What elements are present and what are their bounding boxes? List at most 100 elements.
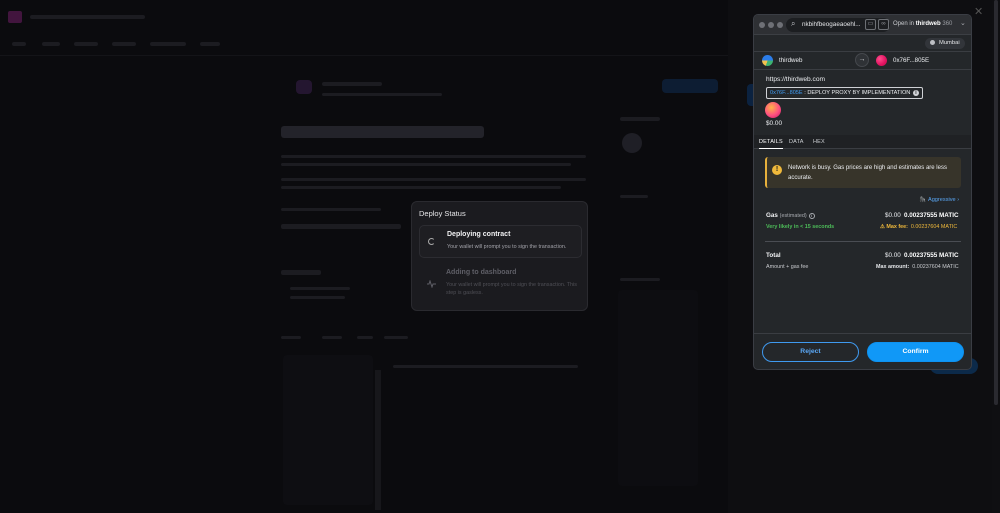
network-badge[interactable]: Mumbai <box>925 38 965 49</box>
max-amount-label: Max amount: <box>876 264 910 270</box>
open-in-brand: thirdweb <box>915 21 941 27</box>
info-icon[interactable]: i <box>808 213 815 219</box>
reject-button[interactable]: Reject <box>762 342 859 362</box>
gas-speed-selector[interactable]: 🦍 Aggressive › <box>919 197 959 203</box>
to-account[interactable]: 0x76F...805E <box>872 52 971 69</box>
open-in-prefix: Open in <box>893 21 915 27</box>
tab-data[interactable]: DATA <box>789 135 804 149</box>
total-subtitle: Amount + gas fee <box>766 264 809 270</box>
gas-label-text: Gas <box>766 212 778 219</box>
max-fee-value: 0.00237604 MATIC <box>910 224 958 230</box>
background-tab <box>322 336 342 339</box>
background-nav-item <box>150 42 186 46</box>
background-nav-item <box>200 42 220 46</box>
open-in-suffix: 360 <box>942 21 953 27</box>
deploy-status-modal: Deploy Status Deploying contract Your wa… <box>411 201 588 311</box>
background-code-scrollbar <box>375 370 381 510</box>
request-origin: https://thirdweb.com <box>766 76 826 83</box>
max-fee: ⚠ Max fee: 0.00237604 MATIC <box>880 224 957 230</box>
details-tabs: DETAILS DATA HEX <box>754 135 971 149</box>
background-page-heading <box>281 126 484 138</box>
warning-icon: ! <box>772 165 782 175</box>
window-close-dot[interactable] <box>759 22 765 28</box>
background-code-line <box>393 365 578 368</box>
url-text: nkbihfbeogaeaoehl... <box>802 21 861 28</box>
window-minimize-dot[interactable] <box>768 22 774 28</box>
from-account[interactable]: thirdweb <box>754 52 854 69</box>
to-account-address: 0x76F...805E <box>893 57 930 64</box>
background-nav-item <box>12 42 26 46</box>
max-fee-label: ⚠ Max fee: <box>880 224 908 230</box>
background-paragraph-line <box>281 163 571 166</box>
total-fiat-amount: $0.00 <box>885 252 901 259</box>
arrow-right-icon: → <box>855 53 869 67</box>
gas-likelihood: Very likely in < 15 seconds <box>766 224 835 230</box>
background-sidebar-heading <box>620 117 660 121</box>
background-paragraph-line <box>281 155 586 158</box>
background-paragraph-line <box>281 208 381 211</box>
to-account-avatar <box>876 55 887 66</box>
gas-label: Gas (estimated) i <box>766 212 815 219</box>
tab-details[interactable]: DETAILS <box>759 135 783 149</box>
gas-crypto-amount: 0.00237555 MATIC <box>904 212 959 219</box>
spinner-icon <box>428 238 435 247</box>
window-maximize-dot[interactable] <box>777 22 783 28</box>
chevron-right-icon: › <box>957 197 960 203</box>
page-scrollbar-thumb[interactable] <box>994 0 998 405</box>
background-subheading <box>281 224 401 229</box>
background-extensions-list <box>618 290 698 486</box>
popup-browser-bar: ⌕ nkbihfbeogaeaoehl... ▭ ∞ Open in third… <box>754 15 971 35</box>
deploy-status-title: Deploy Status <box>419 209 466 218</box>
wallet-popup-window: ⌕ nkbihfbeogaeaoehl... ▭ ∞ Open in third… <box>753 14 972 370</box>
background-nav-item <box>74 42 98 46</box>
background-nav-item <box>42 42 60 46</box>
open-in-button[interactable]: Open in thirdweb 360 <box>893 21 952 27</box>
contract-address-link[interactable]: 0x76F...805E <box>770 90 803 96</box>
divider <box>765 241 961 242</box>
tab-hex[interactable]: HEX <box>813 135 825 149</box>
gorilla-icon: 🦍 <box>919 197 926 203</box>
background-publisher-avatar <box>622 133 642 153</box>
background-tab <box>384 336 408 339</box>
step-description: Your wallet will prompt you to sign the … <box>447 244 567 250</box>
info-icon[interactable]: i <box>912 90 919 96</box>
from-account-avatar <box>762 55 773 66</box>
step-description: Your wallet will prompt you to sign the … <box>446 282 577 296</box>
activity-icon <box>427 279 436 290</box>
gas-speed-label: Aggressive <box>927 197 956 203</box>
background-file-tree <box>283 355 373 505</box>
from-account-name: thirdweb <box>779 57 803 64</box>
background-logo <box>8 11 22 23</box>
wallet-footer: Reject Confirm <box>754 333 971 369</box>
background-list-line <box>290 296 345 299</box>
step-title: Adding to dashboard <box>446 269 517 276</box>
background-sidebar-heading <box>620 195 648 198</box>
background-paragraph-line <box>281 186 561 189</box>
method-badge[interactable]: 0x76F...805E : DEPLOY PROXY BY IMPLEMENT… <box>766 87 923 99</box>
method-name: DEPLOY PROXY BY IMPLEMENTATION <box>807 90 911 96</box>
chevron-down-icon[interactable]: ⌄ <box>960 19 966 27</box>
background-tab <box>357 336 373 339</box>
background-subheading <box>281 270 321 275</box>
method-separator: : <box>804 90 806 96</box>
screenshot-icon[interactable]: ▭ <box>865 19 876 30</box>
background-tab <box>281 336 301 339</box>
background-contract-name <box>322 82 382 86</box>
link-icon[interactable]: ∞ <box>878 19 889 30</box>
background-sidebar-heading <box>620 278 660 281</box>
background-header-text <box>30 15 145 19</box>
background-contract-icon <box>296 80 312 94</box>
account-row: thirdweb → 0x76F...805E <box>754 51 971 70</box>
gas-fiat-amount: $0.00 <box>885 212 901 219</box>
total-crypto-amount: 0.00237555 MATIC <box>904 252 959 259</box>
background-nav-item <box>112 42 136 46</box>
max-amount: Max amount: 0.00237604 MATIC <box>876 264 959 270</box>
step-deploying-contract: Deploying contract Your wallet will prom… <box>419 225 582 258</box>
background-deploy-button <box>662 79 718 93</box>
total-label: Total <box>766 252 781 259</box>
step-title: Deploying contract <box>447 231 511 238</box>
network-busy-alert: ! Network is busy. Gas prices are high a… <box>765 157 961 188</box>
confirm-button[interactable]: Confirm <box>867 342 964 362</box>
token-icon <box>765 102 781 118</box>
background-paragraph-line <box>281 178 586 181</box>
